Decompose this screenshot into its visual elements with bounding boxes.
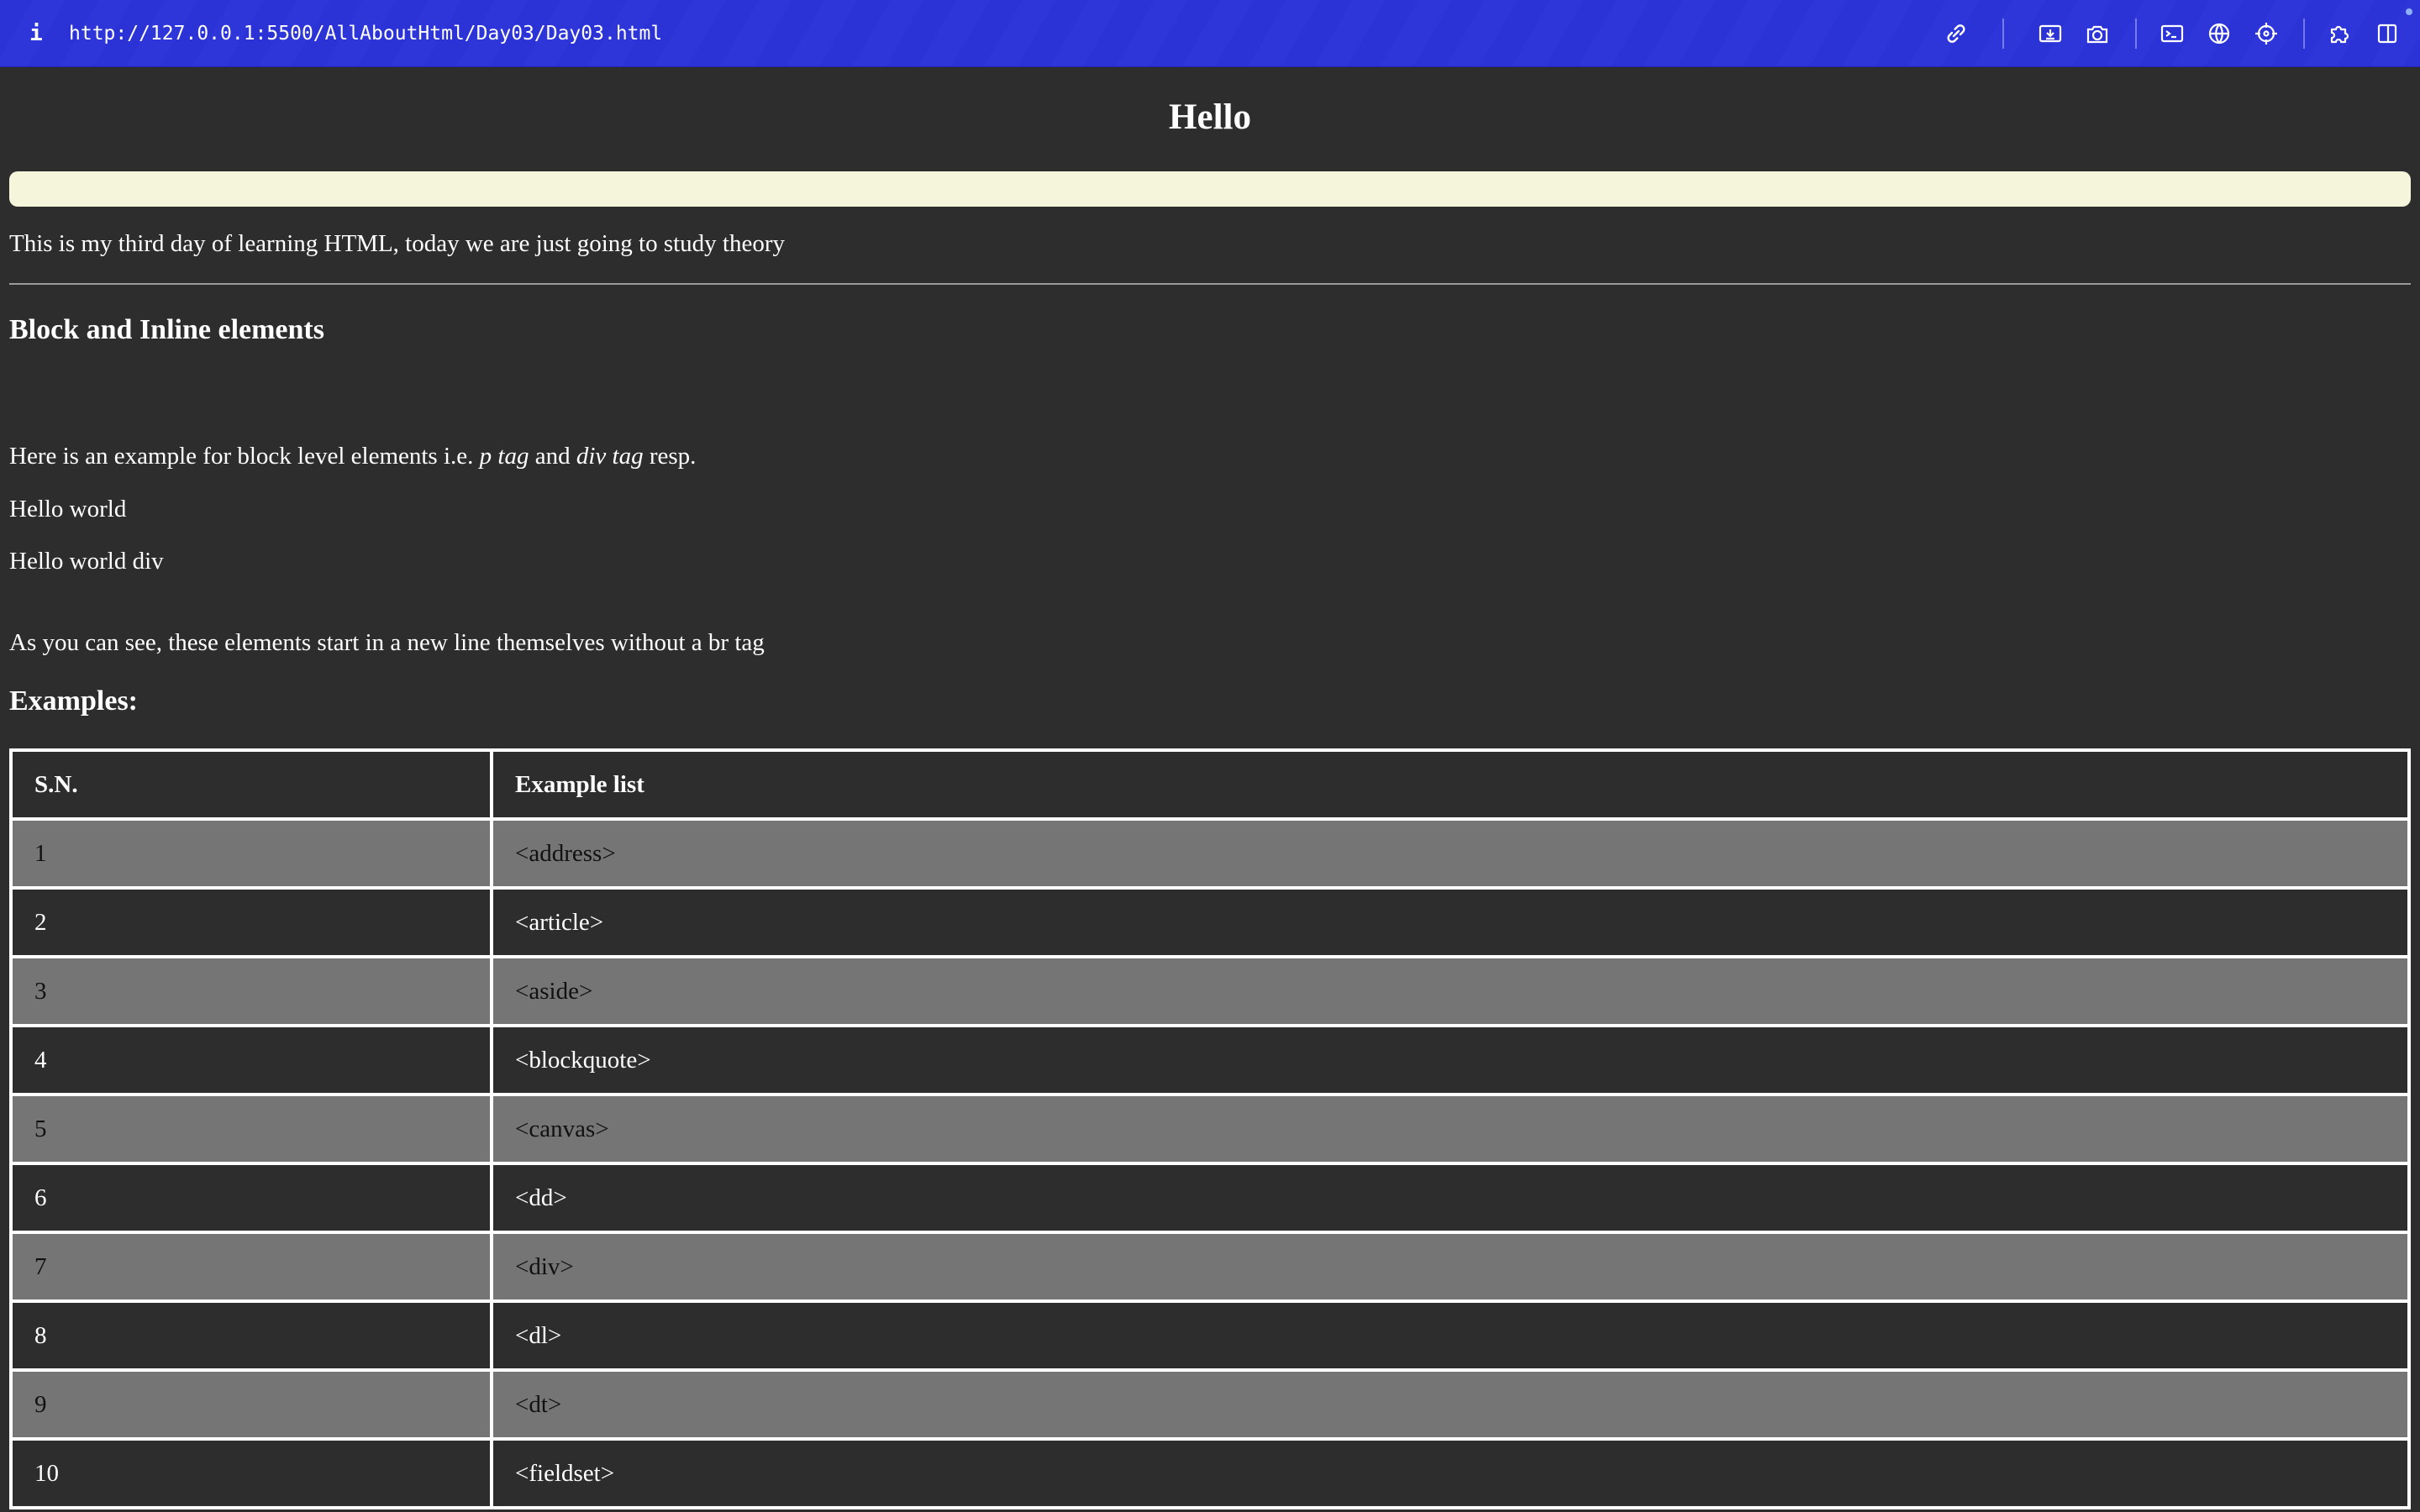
split-view-icon[interactable]: [2370, 17, 2404, 50]
sn-column-header: S.N.: [9, 748, 493, 821]
table-row: 9 <dt>: [9, 1368, 2411, 1441]
block-intro-mid: and: [529, 443, 576, 470]
table-row: 4 <blockquote>: [9, 1024, 2411, 1096]
table-row: 6 <dd>: [9, 1162, 2411, 1234]
table-row: 1 <address>: [9, 817, 2411, 890]
camera-icon[interactable]: [2081, 17, 2114, 50]
p-tag-text: p tag: [479, 443, 529, 470]
table-row: 7 <div>: [9, 1231, 2411, 1303]
row-number: 4: [9, 1024, 493, 1096]
row-number: 8: [9, 1299, 493, 1372]
toolbar-divider: [2303, 18, 2305, 49]
row-example: <address>: [490, 817, 2411, 890]
section-heading: Block and Inline elements: [9, 314, 324, 345]
address-bar[interactable]: http://127.0.0.1:5500/AllAboutHtml/Day03…: [69, 17, 662, 50]
table-row: 10 <fieldset>: [9, 1437, 2411, 1509]
row-number: 2: [9, 886, 493, 958]
row-example: <dt>: [490, 1368, 2411, 1441]
row-example: <fieldset>: [490, 1437, 2411, 1509]
toolbar-divider: [2002, 18, 2004, 49]
row-number: 3: [9, 955, 493, 1027]
table-row: 2 <article>: [9, 886, 2411, 958]
row-example: <dd>: [490, 1162, 2411, 1234]
link-icon[interactable]: [1939, 17, 1973, 50]
block-elements-intro: Here is an example for block level eleme…: [9, 439, 696, 473]
example-column-header: Example list: [490, 748, 2411, 821]
p-example: Hello world: [9, 496, 127, 522]
highlight-banner: [9, 171, 2411, 207]
row-example: <blockquote>: [490, 1024, 2411, 1096]
globe-icon[interactable]: [2202, 17, 2236, 50]
row-number: 9: [9, 1368, 493, 1441]
block-note: As you can see, these elements start in …: [9, 629, 765, 656]
toolbar-divider: [2135, 18, 2137, 49]
examples-table: S.N. Example list 1 <address> 2 <article…: [9, 748, 2411, 1509]
row-example: <dl>: [490, 1299, 2411, 1372]
horizontal-rule: [9, 283, 2411, 285]
row-example: <div>: [490, 1231, 2411, 1303]
table-header-row: S.N. Example list: [9, 748, 2411, 821]
row-number: 10: [9, 1437, 493, 1509]
puzzle-icon[interactable]: [2323, 17, 2357, 50]
block-intro-suffix: resp.: [643, 443, 697, 470]
download-icon[interactable]: [2033, 17, 2067, 50]
page-title: Hello: [1169, 97, 1251, 137]
row-example: <article>: [490, 886, 2411, 958]
row-number: 7: [9, 1231, 493, 1303]
page-info-button[interactable]: i: [25, 17, 47, 50]
table-row: 5 <canvas>: [9, 1093, 2411, 1165]
div-tag-text: div tag: [576, 443, 644, 470]
browser-toolbar: i http://127.0.0.1:5500/AllAboutHtml/Day…: [0, 0, 2420, 67]
div-example: Hello world div: [9, 548, 164, 575]
crosshair-icon[interactable]: [2249, 17, 2283, 50]
terminal-icon[interactable]: [2155, 17, 2189, 50]
row-number: 5: [9, 1093, 493, 1165]
row-number: 1: [9, 817, 493, 890]
table-row: 3 <aside>: [9, 955, 2411, 1027]
examples-heading: Examples:: [9, 685, 138, 717]
intro-paragraph: This is my third day of learning HTML, t…: [9, 230, 786, 257]
row-number: 6: [9, 1162, 493, 1234]
row-example: <aside>: [490, 955, 2411, 1027]
notification-dot: [2406, 8, 2412, 15]
table-row: 8 <dl>: [9, 1299, 2411, 1372]
row-example: <canvas>: [490, 1093, 2411, 1165]
block-intro-prefix: Here is an example for block level eleme…: [9, 443, 480, 470]
